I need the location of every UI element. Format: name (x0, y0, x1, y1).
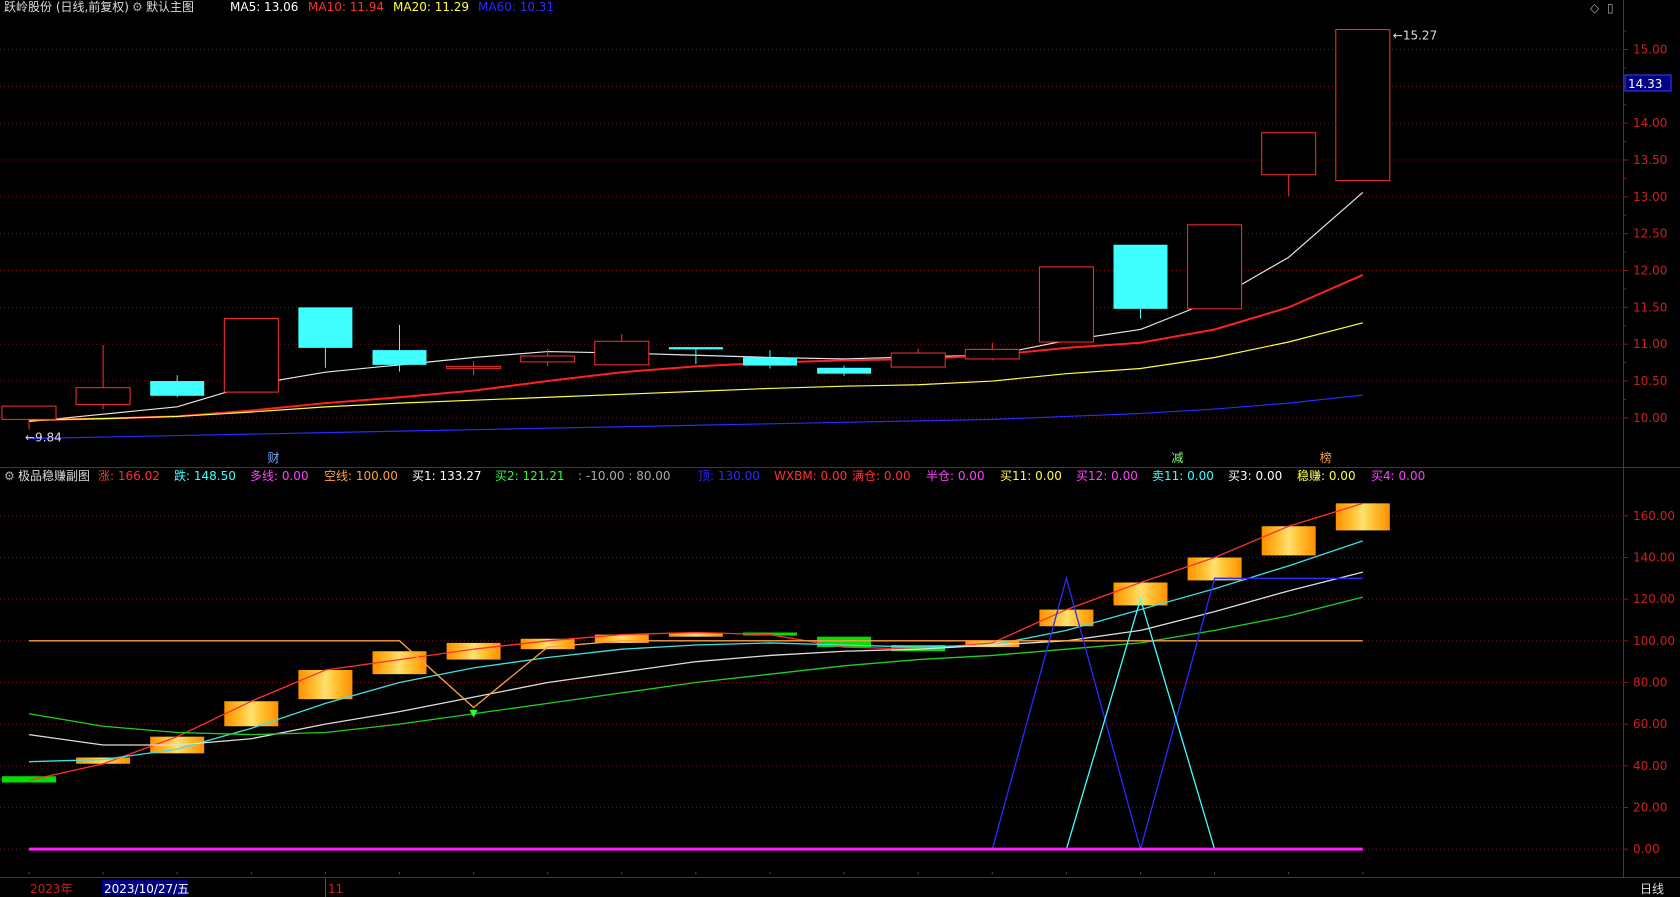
candle-body (150, 381, 205, 396)
sub-y-tick-label: 120.00 (1633, 592, 1675, 606)
current-price-value: 14.33 (1628, 77, 1662, 91)
main-title[interactable]: 跃岭股份 (日线,前复权) (4, 0, 129, 14)
main-y-tick-label: 10.00 (1633, 411, 1667, 425)
indicator-bar (2, 776, 56, 783)
candle-body (1335, 29, 1391, 182)
month-label: 11 (328, 882, 343, 896)
candle-body (223, 317, 279, 393)
bottom-bar (0, 878, 1680, 897)
date-label[interactable]: 2023/10/27/五 (104, 882, 189, 896)
candle-body (743, 357, 797, 366)
sub-y-tick-label: 80.00 (1633, 676, 1667, 690)
sub-legend-item: 卖11: 0.00 (1152, 469, 1214, 483)
main-legend: MA5: 13.06 MA10: 11.94 MA20: 11.29 MA60: 10… (230, 0, 554, 14)
candle-body (1038, 266, 1094, 343)
sub-legend-item: 涨: 166.02 (98, 468, 160, 483)
sub-legend-item: WXBM: 0.00 (774, 469, 847, 483)
sub-legend-item: 顶: 130.00 (698, 469, 760, 483)
main-legend-item: MA60: 10.31 (478, 0, 554, 14)
main-legend-item: MA10: 11.94 (308, 0, 384, 14)
sub-legend-item: 买2: 121.21 (495, 469, 564, 483)
main-legend-item: MA5: 13.06 (230, 0, 298, 14)
candlesticks (1, 29, 1391, 430)
main-y-tick-label: 12.50 (1633, 227, 1667, 241)
main-legend-item: MA20: 11.29 (393, 0, 469, 14)
sub-legend-item: 买4: 0.00 (1371, 469, 1425, 483)
candle-body (890, 352, 946, 368)
sub-legend-item: 买11: 0.00 (1000, 469, 1062, 483)
indicator-line-涨 (28, 502, 1363, 782)
low-price-marker: ←9.84 (25, 431, 62, 445)
main-y-tick-label: 13.50 (1633, 153, 1667, 167)
main-y-tick-label: 14.00 (1633, 116, 1667, 130)
sub-y-tick-label: 160.00 (1633, 509, 1675, 523)
main-y-tick-label: 10.50 (1633, 374, 1667, 388)
event-label: 减 (1172, 451, 1184, 465)
candle-body (1261, 132, 1317, 176)
event-label: 财 (268, 451, 280, 465)
main-y-tick-label: 13.00 (1633, 190, 1667, 204)
diamond-icon[interactable]: ◇ (1590, 1, 1600, 15)
ma-line-ma60 (28, 394, 1363, 440)
sub-y-tick-label: 100.00 (1633, 634, 1675, 648)
candle-body (964, 348, 1020, 360)
sub-legend-item: 买12: 0.00 (1076, 469, 1138, 483)
sub-grid: 160.00 140.00 120.00 100.00 80.00 60.00 40.00 2… (0, 509, 1675, 875)
indicator-bar (1113, 582, 1168, 606)
sub-legend-item: : -10.00 : 80.00 (578, 469, 671, 483)
sub-legend-item: 满仓: 0.00 (852, 469, 911, 483)
indicator-bar (1187, 557, 1242, 581)
gear-icon[interactable]: ⚙ (132, 0, 143, 14)
event-label: 榜 (1320, 450, 1332, 465)
sub-y-tick-label: 20.00 (1633, 801, 1667, 815)
sub-legend-item: 多线: 0.00 (250, 469, 309, 483)
indicator-line-跌 (28, 540, 1364, 763)
sub-legend-item: 空线: 100.00 (324, 469, 398, 483)
sub-title[interactable]: 极品稳赚副图 (18, 468, 90, 483)
sub-gear-icon[interactable]: ⚙ (4, 469, 15, 483)
candle-body (1113, 244, 1168, 309)
year-label: 2023年 (30, 882, 73, 896)
sub-legend-item: 跌: 148.50 (174, 468, 236, 483)
moving-average-lines (28, 191, 1364, 440)
sub-legend-item: 买3: 0.00 (1228, 469, 1282, 483)
candle-body (1187, 224, 1243, 310)
indicator-bar (298, 670, 353, 700)
indicator-lines (28, 502, 1364, 852)
candle-body (298, 307, 353, 348)
pin-icon[interactable]: ▯ (1607, 1, 1614, 15)
candle-body (75, 387, 131, 406)
indicator-bar (1335, 503, 1390, 531)
main-indicator-name[interactable]: 默认主图 (146, 0, 194, 14)
sub-legend-item: 半仓: 0.00 (926, 469, 985, 483)
candle-body (372, 350, 427, 365)
sub-y-tick-label: 140.00 (1633, 551, 1675, 565)
main-y-tick-label: 11.00 (1633, 337, 1667, 351)
candle-body (594, 340, 650, 366)
main-y-tick-label: 15.00 (1633, 42, 1667, 56)
candle-body (446, 365, 502, 369)
sub-legend: 涨: 166.02 跌: 148.50 多线: 0.00 空线: 100.00 买1: … (98, 468, 1425, 483)
candle-body (817, 367, 872, 374)
sub-y-tick-label: 40.00 (1633, 759, 1667, 773)
sub-legend-item: 稳赚: 0.00 (1297, 468, 1356, 483)
period-label[interactable]: 日线 (1640, 882, 1664, 896)
candle-body (668, 347, 723, 350)
sub-y-tick-label: 0.00 (1633, 842, 1660, 856)
sub-y-tick-label: 60.00 (1633, 717, 1667, 731)
main-y-tick-label: 12.00 (1633, 264, 1667, 278)
candle-body (1, 405, 57, 420)
candle-body (520, 355, 576, 363)
indicator-bar (1261, 526, 1316, 556)
sub-legend-item: 买1: 133.27 (412, 469, 481, 483)
stock-chart[interactable]: 跃岭股份 (日线,前复权) ⚙ 默认主图 MA5: 13.06 MA10: 11.… (0, 0, 1680, 897)
main-y-tick-label: 11.50 (1633, 300, 1667, 314)
indicator-bars (2, 503, 1390, 783)
high-price-marker: ←15.27 (1393, 29, 1437, 43)
